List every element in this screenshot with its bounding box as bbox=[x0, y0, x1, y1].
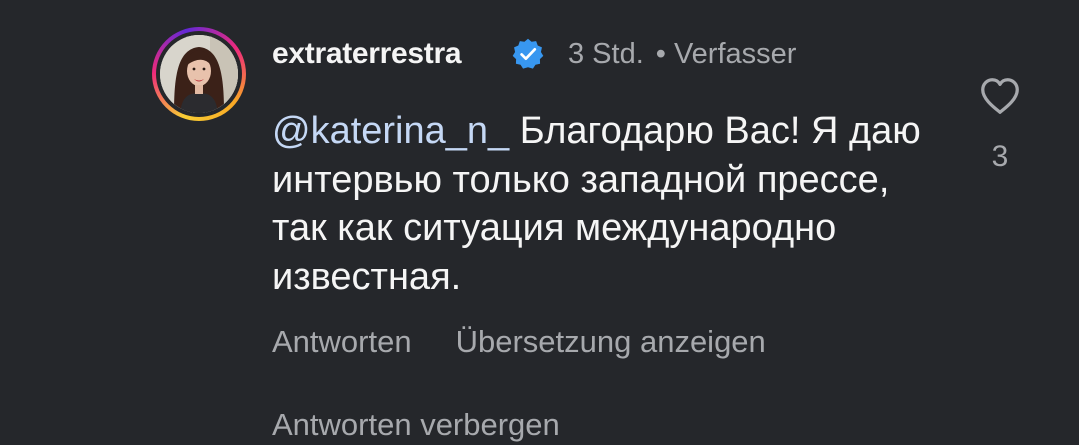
comment-time: 3 Std. bbox=[568, 38, 644, 70]
like-count: 3 bbox=[991, 140, 1009, 173]
meta-separator: • bbox=[655, 38, 666, 70]
avatar[interactable] bbox=[160, 35, 238, 113]
author-label: Verfasser bbox=[673, 38, 797, 70]
heart-outline-icon[interactable] bbox=[977, 73, 1023, 119]
comment-meta: 3 Std. • Verfasser bbox=[568, 35, 796, 73]
verified-badge-icon bbox=[512, 38, 544, 69]
comment-text: @katerina_n_ Благодарю Вас! Я даю интерв… bbox=[272, 107, 952, 301]
avatar-story-ring[interactable] bbox=[152, 27, 246, 121]
comment-actions: Antworten Übersetzung anzeigen bbox=[272, 322, 766, 362]
hide-replies-button[interactable]: Antworten verbergen bbox=[272, 405, 560, 445]
avatar-ring-gap bbox=[156, 31, 242, 117]
comment: extraterrestra 3 Std. • Verfasser @katerin… bbox=[0, 0, 1079, 442]
mention-link[interactable]: @katerina_n_ bbox=[272, 110, 509, 152]
comment-username[interactable]: extraterrestra bbox=[272, 35, 462, 73]
show-translation-button[interactable]: Übersetzung anzeigen bbox=[456, 324, 766, 359]
reply-button[interactable]: Antworten bbox=[272, 324, 412, 359]
